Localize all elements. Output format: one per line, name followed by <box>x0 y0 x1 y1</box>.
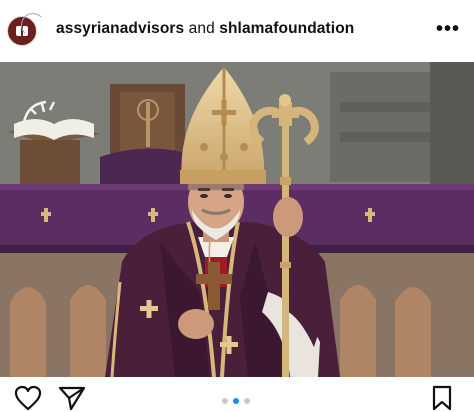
post-actions <box>0 377 474 412</box>
heart-icon[interactable] <box>14 385 42 411</box>
post-photo[interactable] <box>0 62 474 377</box>
carousel-dot[interactable] <box>244 398 250 404</box>
author-link-secondary[interactable]: shlamafoundation <box>219 20 354 37</box>
author-joiner: and <box>184 20 220 37</box>
post-header: assyrianadvisors and shlamafoundation ••… <box>0 0 474 62</box>
post-authors: assyrianadvisors and shlamafoundation <box>56 20 354 38</box>
carousel-dot[interactable] <box>222 398 228 404</box>
carousel-dot-active[interactable] <box>233 398 239 404</box>
bookmark-icon[interactable] <box>430 385 454 411</box>
post-image <box>0 62 474 377</box>
more-options-icon[interactable]: ••• <box>436 19 460 39</box>
paper-plane-icon[interactable] <box>58 385 86 411</box>
avatar-ring-icon <box>21 13 45 37</box>
carousel-indicator <box>222 398 250 404</box>
author-link-primary[interactable]: assyrianadvisors <box>56 20 184 37</box>
